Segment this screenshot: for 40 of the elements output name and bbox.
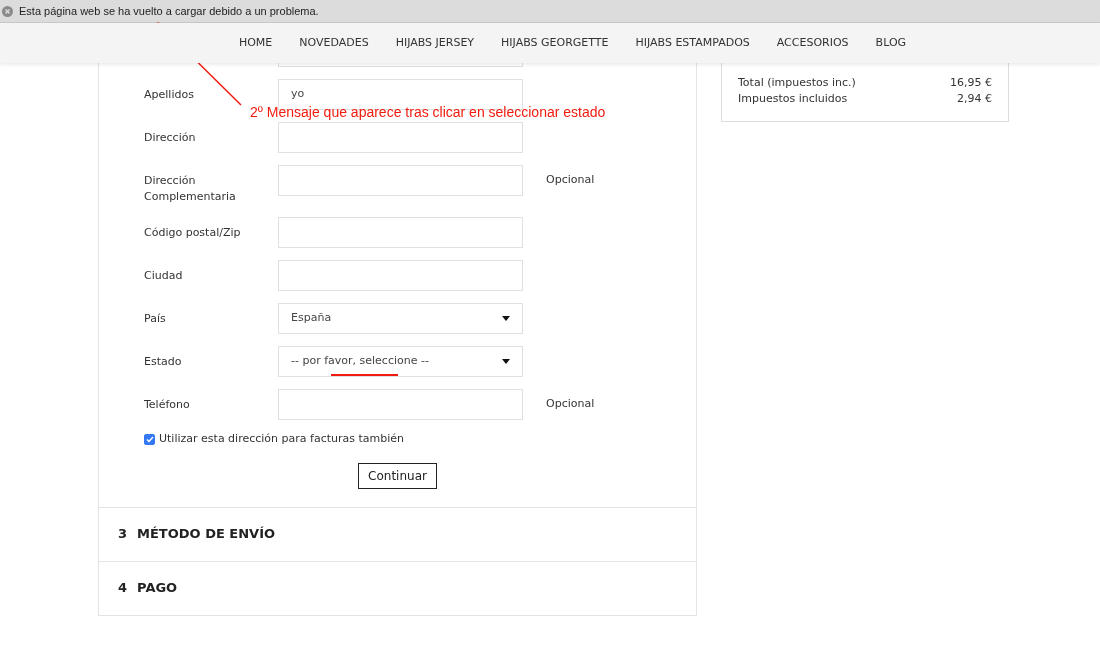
field-label: Estado bbox=[144, 354, 183, 370]
select-field[interactable]: España bbox=[278, 303, 523, 334]
input-field[interactable] bbox=[278, 217, 523, 248]
optional-label: Opcional bbox=[546, 172, 595, 188]
notice-text: Esta página web se ha vuelto a cargar debido a un problema. bbox=[19, 3, 319, 19]
step-number: 3 bbox=[118, 525, 128, 544]
nav-link[interactable]: ACCESORIOS bbox=[776, 34, 849, 52]
field-label: País bbox=[144, 311, 167, 327]
select-field[interactable]: -- por favor, seleccione -- bbox=[278, 346, 523, 377]
field-label: Dirección Complementaria bbox=[144, 173, 237, 205]
summary-value: 2,94 € bbox=[957, 91, 992, 107]
nav-link[interactable]: HOME bbox=[238, 34, 273, 52]
input-field[interactable] bbox=[278, 389, 523, 420]
nav-link[interactable]: HIJABS ESTAMPADOS bbox=[635, 34, 750, 52]
nav-link[interactable]: HIJABS JERSEY bbox=[395, 34, 475, 52]
checkbox-label: Utilizar esta dirección para facturas también bbox=[159, 431, 405, 447]
step-title[interactable]: PAGO bbox=[137, 578, 178, 598]
continue-button[interactable]: Continuar bbox=[358, 462, 437, 489]
nav-link[interactable]: NOVEDADES bbox=[299, 34, 369, 52]
nav-link[interactable]: BLOG bbox=[875, 34, 907, 52]
nav-link[interactable]: HIJABS GEORGETTE bbox=[501, 34, 609, 52]
field-label: Dirección bbox=[144, 130, 197, 146]
checkbox[interactable] bbox=[144, 433, 155, 445]
field-label: Código postal/Zip bbox=[144, 225, 242, 241]
close-icon[interactable] bbox=[2, 5, 13, 17]
step-number: 4 bbox=[118, 579, 128, 598]
step-title[interactable]: MÉTODO DE ENVÍO bbox=[137, 524, 276, 544]
caret-icon bbox=[502, 316, 510, 321]
field-label: Teléfono bbox=[144, 397, 191, 413]
input-field[interactable] bbox=[278, 122, 523, 153]
field-label: Apellidos bbox=[144, 87, 195, 103]
summary-label: Total (impuestos inc.) bbox=[738, 75, 856, 91]
caret-icon bbox=[502, 359, 510, 364]
input-field[interactable] bbox=[278, 260, 523, 291]
annotation-underline bbox=[331, 374, 398, 376]
optional-label: Opcional bbox=[546, 396, 595, 412]
field-label: Ciudad bbox=[144, 268, 184, 284]
summary-value: 16,95 € bbox=[950, 75, 992, 91]
summary-label: Impuestos incluidos bbox=[738, 91, 848, 107]
input-field[interactable] bbox=[278, 165, 523, 196]
